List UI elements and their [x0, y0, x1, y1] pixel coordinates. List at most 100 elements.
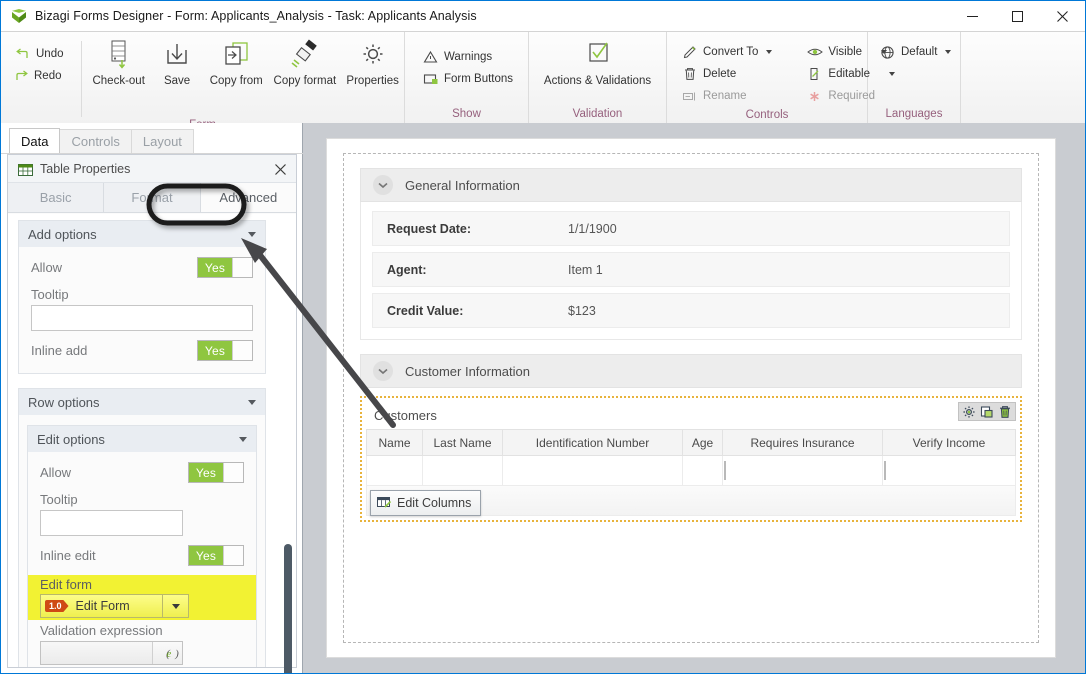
credit-value-value: $123 — [568, 303, 596, 318]
ribbon-group-controls: Convert To Delete Rename Visible Editabl… — [667, 32, 895, 124]
customers-table-widget[interactable]: Customers Name Last Name Identification … — [360, 396, 1022, 522]
edit-options-header[interactable]: Edit options — [28, 426, 256, 452]
convert-to-button[interactable]: Convert To — [676, 41, 779, 63]
edit-tooltip-input[interactable] — [40, 510, 183, 536]
col-header-requires-insurance[interactable]: Requires Insurance — [722, 429, 883, 456]
gear-icon[interactable] — [961, 404, 977, 420]
chevron-down-icon[interactable] — [248, 400, 256, 405]
field-row[interactable]: Credit Value: $123 — [372, 293, 1010, 328]
workspace: Data Controls Layout Table Properties Ba… — [1, 123, 1085, 673]
edit-allow-toggle[interactable]: Yes — [188, 462, 244, 483]
cell-age[interactable] — [682, 455, 723, 486]
undo-label: Undo — [36, 48, 64, 60]
inline-edit-toggle[interactable]: Yes — [188, 545, 244, 566]
properties-button[interactable]: Properties — [341, 37, 404, 87]
chevron-down-icon[interactable] — [373, 175, 393, 195]
col-header-identification-number[interactable]: Identification Number — [502, 429, 683, 456]
window-title: Bizagi Forms Designer - Form: Applicants… — [35, 9, 477, 23]
tab-controls[interactable]: Controls — [59, 129, 132, 153]
checkmark-box-icon — [584, 37, 612, 73]
form-canvas: General Information Request Date: 1/1/19… — [327, 139, 1055, 657]
copy-format-label: Copy format — [273, 75, 337, 87]
save-button[interactable]: Save — [150, 37, 204, 87]
chevron-down-icon[interactable] — [248, 232, 256, 237]
general-information-header[interactable]: General Information — [360, 168, 1022, 202]
field-row[interactable]: Request Date: 1/1/1900 — [372, 211, 1010, 246]
agent-label: Agent: — [387, 262, 427, 277]
trash-icon[interactable] — [997, 404, 1013, 420]
maximize-button[interactable] — [995, 1, 1040, 31]
properties-label: Properties — [346, 75, 399, 87]
bizagi-cube-icon — [11, 8, 27, 24]
validation-expression-input[interactable] — [41, 642, 152, 664]
verify-income-checkbox[interactable] — [884, 460, 886, 480]
col-header-age[interactable]: Age — [682, 429, 723, 456]
chevron-down-icon[interactable] — [239, 437, 247, 442]
redo-button[interactable]: Redo — [9, 65, 71, 87]
cell-last-name[interactable] — [422, 455, 503, 486]
cell-requires-insurance[interactable] — [722, 455, 883, 486]
table-row[interactable] — [366, 455, 1016, 486]
general-information-body: Request Date: 1/1/1900 Agent: Item 1 Cre… — [360, 202, 1022, 340]
add-options-title: Add options — [28, 226, 97, 242]
add-tooltip-input[interactable] — [31, 305, 253, 331]
edit-form-version-badge: 1.0 — [45, 600, 69, 612]
requires-insurance-checkbox[interactable] — [724, 460, 726, 480]
chevron-down-icon — [766, 50, 773, 54]
edit-options-title: Edit options — [37, 431, 105, 447]
tab-basic[interactable]: Basic — [8, 183, 105, 212]
rename-icon — [681, 88, 698, 104]
left-panel-tabs: Data Controls Layout — [9, 128, 194, 153]
copy-from-icon — [221, 37, 251, 73]
general-information-title: General Information — [405, 177, 520, 193]
edit-form-button[interactable]: 1.0 Edit Form — [40, 594, 189, 618]
close-button[interactable] — [1040, 1, 1085, 31]
section-add-options: Add options Allow Yes Tooltip Inline add… — [18, 220, 266, 374]
scrollbar-thumb[interactable] — [284, 544, 292, 673]
tab-advanced[interactable]: Advanced — [200, 183, 296, 212]
copy-format-button[interactable]: Copy format — [268, 37, 341, 87]
cell-verify-income[interactable] — [882, 455, 1016, 486]
col-header-verify-income[interactable]: Verify Income — [882, 429, 1016, 456]
minimize-button[interactable] — [950, 1, 995, 31]
cell-name[interactable] — [366, 455, 423, 486]
edit-form-button-label: Edit Form — [75, 599, 130, 613]
default-language-button[interactable]: Default — [874, 41, 958, 63]
save-icon — [163, 37, 191, 73]
editable-label: Editable — [828, 68, 870, 80]
inline-add-toggle[interactable]: Yes — [197, 340, 253, 361]
rename-button[interactable]: Rename — [676, 85, 779, 107]
undo-button[interactable]: Undo — [9, 43, 71, 65]
copy-from-button[interactable]: Copy from — [204, 37, 268, 87]
edit-columns-button[interactable]: Edit Columns — [370, 490, 482, 516]
properties-gear-icon — [358, 37, 388, 73]
form-buttons-button[interactable]: Form Buttons — [417, 68, 520, 90]
group-general-information: General Information Request Date: 1/1/19… — [360, 168, 1022, 340]
tab-layout[interactable]: Layout — [130, 129, 194, 153]
warnings-button[interactable]: Warnings — [417, 46, 520, 68]
row-options-header[interactable]: Row options — [19, 389, 265, 415]
chevron-down-icon[interactable] — [373, 361, 393, 381]
col-header-last-name[interactable]: Last Name — [422, 429, 503, 456]
add-options-header[interactable]: Add options — [19, 221, 265, 247]
cell-identification-number[interactable] — [502, 455, 683, 486]
ribbon-divider — [80, 41, 82, 117]
form-buttons-label: Form Buttons — [444, 73, 514, 85]
delete-button[interactable]: Delete — [676, 63, 779, 85]
col-header-name[interactable]: Name — [366, 429, 423, 456]
properties-scrollbar[interactable] — [282, 214, 295, 673]
customer-information-header[interactable]: Customer Information — [360, 354, 1022, 388]
duplicate-icon[interactable] — [979, 404, 995, 420]
edit-form-dropdown-arrow[interactable] — [162, 595, 188, 617]
validation-expression-field[interactable]: (e) — [40, 641, 183, 665]
add-allow-toggle[interactable]: Yes — [197, 257, 253, 278]
check-out-label: Check-out — [92, 75, 145, 87]
close-icon[interactable] — [271, 160, 289, 178]
tab-format[interactable]: Format — [104, 183, 201, 212]
check-out-button[interactable]: Check-out — [87, 37, 150, 87]
actions-validations-button[interactable]: Actions & Validations — [533, 37, 663, 87]
field-row[interactable]: Agent: Item 1 — [372, 252, 1010, 287]
request-date-label: Request Date: — [387, 221, 472, 236]
expression-editor-button[interactable]: (e) — [152, 642, 182, 664]
tab-data[interactable]: Data — [9, 128, 61, 153]
